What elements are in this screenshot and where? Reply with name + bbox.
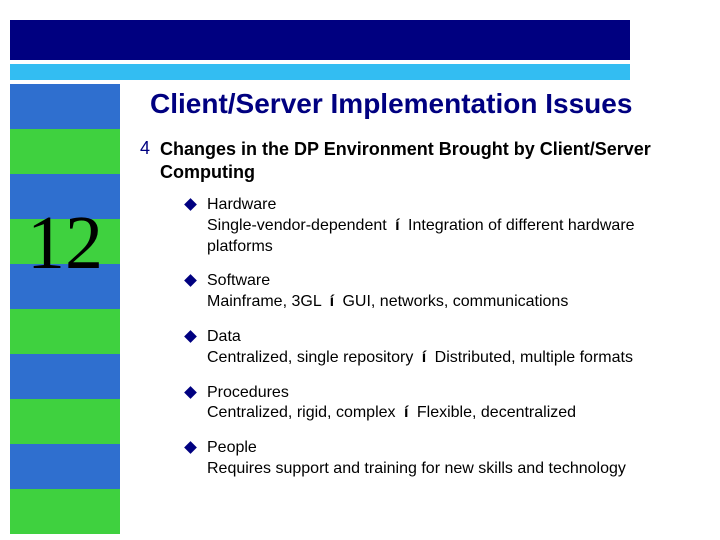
- bullet-level2: ProceduresCentralized, rigid, complex í …: [186, 383, 700, 425]
- bullet-text: Changes in the DP Environment Brought by…: [160, 138, 700, 183]
- bullet-glyph: 4: [140, 138, 150, 183]
- arrow-icon: í: [400, 403, 412, 424]
- chapter-number: 12: [3, 200, 127, 287]
- slide-title: Client/Server Implementation Issues: [150, 88, 700, 120]
- slide-content: Client/Server Implementation Issues 4 Ch…: [140, 88, 700, 494]
- stripe: [10, 444, 120, 489]
- diamond-icon: [184, 275, 197, 288]
- sub-bullet-text: PeopleRequires support and training for …: [207, 438, 626, 480]
- sub-bullet-text: SoftwareMainframe, 3GL í GUI, networks, …: [207, 271, 568, 313]
- sub-bullet-text: DataCentralized, single repository í Dis…: [207, 327, 633, 369]
- stripe: [10, 399, 120, 444]
- arrow-icon: í: [391, 216, 403, 237]
- thin-bar: [10, 64, 630, 80]
- arrow-icon: í: [326, 292, 338, 313]
- side-stripes: [10, 84, 120, 520]
- diamond-icon: [184, 441, 197, 454]
- bullet-level2: SoftwareMainframe, 3GL í GUI, networks, …: [186, 271, 700, 313]
- bullet-level2: HardwareSingle-vendor-dependent í Integr…: [186, 195, 700, 257]
- sub-bullet-text: ProceduresCentralized, rigid, complex í …: [207, 383, 576, 425]
- stripe: [10, 354, 120, 399]
- sub-bullet-text: HardwareSingle-vendor-dependent í Integr…: [207, 195, 700, 257]
- diamond-icon: [184, 330, 197, 343]
- top-band: [10, 20, 630, 60]
- diamond-icon: [184, 386, 197, 399]
- sub-bullets: HardwareSingle-vendor-dependent í Integr…: [186, 195, 700, 480]
- bullet-level2: DataCentralized, single repository í Dis…: [186, 327, 700, 369]
- stripe: [10, 129, 120, 174]
- diamond-icon: [184, 198, 197, 211]
- stripe: [10, 309, 120, 354]
- arrow-icon: í: [418, 348, 430, 369]
- stripe: [10, 84, 120, 129]
- stripe: [10, 489, 120, 534]
- bullet-level1: 4 Changes in the DP Environment Brought …: [140, 138, 700, 183]
- bullet-level2: PeopleRequires support and training for …: [186, 438, 700, 480]
